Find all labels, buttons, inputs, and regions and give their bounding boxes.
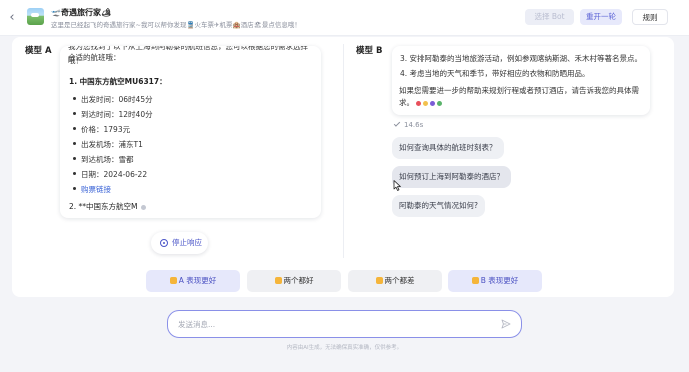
suggestion-chip[interactable]: 如何预订上海到阿勒泰的酒店？ bbox=[392, 166, 511, 188]
ai-disclaimer: 内容由AI生成，无法确保真实准确，仅供参考。 bbox=[286, 345, 403, 351]
model-a-response: 我为您找到了以下从上海到阿勒泰的航班信息，您可以根据您的需求选择合适的航班哦： … bbox=[60, 46, 321, 218]
flight-detail-arrival-airport: 到达机场：雪都 bbox=[73, 155, 134, 164]
send-icon[interactable] bbox=[501, 319, 511, 329]
sparkle-emoji-icon bbox=[423, 100, 428, 106]
model-b-closing: 如果您需要进一步的帮助来规划行程或者预订酒店，请告诉我您的具体需求。 bbox=[399, 86, 639, 107]
flight-1-heading: 1. 中国东方航空MU6317： bbox=[69, 77, 167, 86]
plant-emoji-icon bbox=[437, 100, 442, 106]
ticket-link[interactable]: 购票链接 bbox=[73, 184, 111, 195]
check-icon bbox=[393, 120, 401, 127]
model-b-line-4: 4. 考虑当地的天气和季节，带好相应的衣物和防晒用品。 bbox=[400, 69, 590, 78]
choose-bot-button[interactable]: 选择 Bot bbox=[525, 9, 574, 25]
stop-response-button[interactable]: 停止响应 bbox=[151, 232, 208, 254]
message-input-box bbox=[167, 310, 522, 338]
vote-a-better-button[interactable]: A 表现更好 bbox=[146, 270, 240, 292]
flight-detail-arrival-time: 到达时间：12时40分 bbox=[73, 110, 153, 119]
flight-detail-date: 日期：2024-06-22 bbox=[72, 170, 148, 179]
panel-divider bbox=[343, 44, 344, 258]
globe-emoji-icon bbox=[430, 100, 435, 106]
thumbs-up-icon bbox=[274, 277, 282, 284]
model-b-line-3: 3. 安排阿勒泰的当地旅游活动，例如参观喀纳斯湖、禾木村等著名景点。 bbox=[400, 54, 643, 63]
suggestion-chip[interactable]: 阿勒泰的天气情况如何? bbox=[392, 195, 485, 217]
app-header: ‹ 🛫奇遇旅行家🏕 这里是已经起飞的奇遇旅行家~我可以帮你发现🚆火车票✈机票🏨酒… bbox=[0, 0, 689, 36]
model-b-response: 3. 安排阿勒泰的当地旅游活动，例如参观喀纳斯湖、禾木村等著名景点。 4. 考虑… bbox=[392, 46, 650, 115]
flight-detail-departure-airport: 出发机场：浦东T1 bbox=[73, 140, 143, 149]
stop-icon bbox=[160, 239, 168, 247]
flight-detail-price: 价格：1793元 bbox=[72, 125, 131, 134]
restart-button[interactable]: 重开一轮 bbox=[580, 9, 622, 25]
bot-title: 🛫奇遇旅行家🏕 bbox=[51, 8, 112, 17]
stop-response-label: 停止响应 bbox=[172, 238, 202, 247]
mouse-pointer-icon bbox=[393, 180, 401, 191]
flight-2-heading: 2. **中国东方航空M bbox=[69, 201, 146, 212]
response-time: 14.6s bbox=[393, 120, 423, 129]
vote-both-good-button[interactable]: 两个都好 bbox=[247, 270, 341, 292]
model-a-clipped-text: 我为您找到了以下从上海到阿勒泰的航班信息，您可以根据您的需求选择合适的航班哦： bbox=[68, 46, 308, 62]
model-b-label: 模型 B bbox=[356, 46, 383, 56]
bot-avatar bbox=[27, 8, 44, 25]
message-input[interactable] bbox=[178, 317, 478, 331]
rules-button[interactable]: 规则 bbox=[632, 9, 668, 25]
vote-b-better-button[interactable]: B 表现更好 bbox=[448, 270, 542, 292]
vote-both-bad-button[interactable]: 两个都差 bbox=[348, 270, 442, 292]
chevron-left-icon: ‹ bbox=[9, 10, 15, 25]
model-a-label: 模型 A bbox=[25, 46, 52, 56]
pin-emoji-icon bbox=[416, 100, 421, 106]
flight-detail-departure-time: 出发时间：06时45分 bbox=[73, 95, 153, 104]
hand-left-icon bbox=[169, 277, 177, 284]
thumbs-down-icon bbox=[375, 277, 383, 284]
typing-indicator-icon bbox=[140, 204, 146, 210]
bot-subtitle: 这里是已经起飞的奇遇旅行家~我可以帮你发现🚆火车票✈机票🏨酒店🏖景点信息哦！ bbox=[51, 21, 301, 29]
model-a-clipped-text-2: 哦！ bbox=[68, 56, 83, 65]
hand-right-icon bbox=[471, 277, 479, 284]
back-button[interactable]: ‹ bbox=[6, 11, 18, 25]
suggestion-chip[interactable]: 如何查询具体的航班时刻表？ bbox=[392, 137, 504, 159]
